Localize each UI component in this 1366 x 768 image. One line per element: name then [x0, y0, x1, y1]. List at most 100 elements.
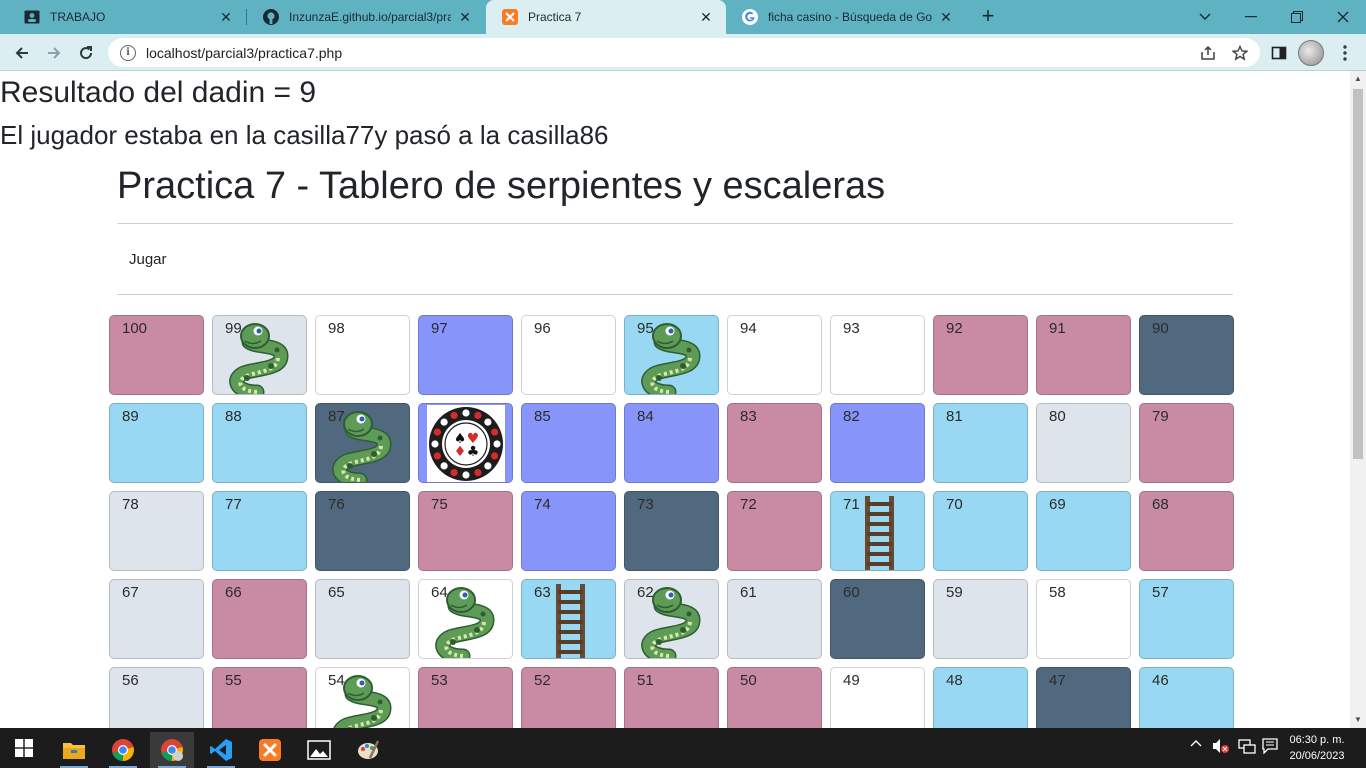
cell-number: 51: [637, 672, 654, 689]
cell-number: 80: [1049, 408, 1066, 425]
notifications-icon[interactable]: [1262, 738, 1278, 757]
cell-number: 89: [122, 408, 139, 425]
forward-button[interactable]: [40, 39, 68, 67]
tab-title: TRABAJO: [50, 10, 106, 24]
site-info-icon[interactable]: i: [120, 44, 136, 61]
cell-number: 52: [534, 672, 551, 689]
close-window-button[interactable]: [1320, 0, 1366, 34]
cell-number: 49: [843, 672, 860, 689]
close-tab-icon[interactable]: ✕: [457, 9, 473, 25]
page-title: Practica 7 - Tablero de serpientes y esc…: [117, 165, 886, 207]
new-tab-button[interactable]: +: [976, 5, 1000, 29]
cell-number: 77: [225, 496, 242, 513]
cell-number: 88: [225, 408, 242, 425]
restore-button[interactable]: [1274, 0, 1320, 34]
start-button[interactable]: [2, 730, 46, 766]
share-icon[interactable]: [1199, 44, 1217, 62]
cell-number: 99: [225, 320, 242, 337]
board-cell-75: 75: [418, 491, 513, 571]
tab-google-search[interactable]: ficha casino - Búsqueda de Goog ✕: [726, 0, 966, 34]
scroll-down-icon[interactable]: ▼: [1350, 712, 1366, 728]
cell-number: 81: [946, 408, 963, 425]
cell-number: 79: [1152, 408, 1169, 425]
chrome-icon[interactable]: [101, 732, 145, 768]
file-explorer-icon[interactable]: [52, 732, 96, 768]
cell-number: 50: [740, 672, 757, 689]
cell-number: 46: [1152, 672, 1169, 689]
system-clock[interactable]: 06:30 p. m. 20/06/2023: [1284, 732, 1350, 764]
tab-practica-7[interactable]: Practica 7 ✕: [486, 0, 726, 34]
tab-github[interactable]: InzunzaE.github.io/parcial3/practi ✕: [247, 0, 485, 34]
profile-avatar[interactable]: [1298, 40, 1324, 66]
photos-icon[interactable]: [297, 732, 341, 768]
board-cell-48: 48: [933, 667, 1028, 728]
page-content: Resultado del dadin = 9 El jugador estab…: [0, 71, 1350, 728]
url-text: localhost/parcial3/practica7.php: [146, 44, 343, 61]
board-cell-77: 77: [212, 491, 307, 571]
volume-muted-icon[interactable]: [1212, 738, 1230, 757]
vertical-scrollbar[interactable]: ▲ ▼: [1350, 71, 1366, 728]
tab-strip: TRABAJO ✕ InzunzaE.github.io/parcial3/pr…: [0, 0, 1366, 34]
cell-number: 64: [431, 584, 448, 601]
board-cell-98: 98: [315, 315, 410, 395]
board-cell-50: 50: [727, 667, 822, 728]
board-cell-87: 87: [315, 403, 410, 483]
bookmark-star-icon[interactable]: [1231, 44, 1249, 62]
side-panel-icon[interactable]: [1270, 44, 1288, 62]
reload-button[interactable]: [72, 39, 100, 67]
cell-number: 55: [225, 672, 242, 689]
cell-number: 95: [637, 320, 654, 337]
board-cell-86: 86♠♥♦♣: [418, 403, 513, 483]
close-tab-icon[interactable]: ✕: [218, 9, 234, 25]
scrollbar-thumb[interactable]: [1353, 89, 1363, 459]
cell-number: 68: [1152, 496, 1169, 513]
board-cell-65: 65: [315, 579, 410, 659]
board-cell-90: 90: [1139, 315, 1234, 395]
cell-number: 97: [431, 320, 448, 337]
cell-number: 76: [328, 496, 345, 513]
board-cell-71: 71: [830, 491, 925, 571]
board-cell-76: 76: [315, 491, 410, 571]
cell-number: 70: [946, 496, 963, 513]
cell-number: 93: [843, 320, 860, 337]
cell-number: 57: [1152, 584, 1169, 601]
cell-number: 84: [637, 408, 654, 425]
close-tab-icon[interactable]: ✕: [698, 9, 714, 25]
cell-number: 59: [946, 584, 963, 601]
board-cell-63: 63: [521, 579, 616, 659]
cell-number: 62: [637, 584, 654, 601]
tab-trabajo[interactable]: TRABAJO ✕: [8, 0, 246, 34]
play-link[interactable]: Jugar: [129, 251, 167, 268]
address-bar[interactable]: i localhost/parcial3/practica7.php: [108, 38, 1260, 67]
close-tab-icon[interactable]: ✕: [938, 9, 954, 25]
cell-number: 56: [122, 672, 139, 689]
tab-search-icon[interactable]: [1182, 0, 1228, 34]
cell-number: 48: [946, 672, 963, 689]
tab-title: InzunzaE.github.io/parcial3/practi: [289, 10, 451, 24]
board-cell-53: 53: [418, 667, 513, 728]
taskbar: 06:30 p. m. 20/06/2023: [0, 728, 1366, 768]
network-icon[interactable]: [1238, 738, 1256, 757]
paint-icon[interactable]: [346, 732, 390, 768]
chrome-profile-icon[interactable]: [150, 732, 194, 768]
tab-title: Practica 7: [528, 10, 582, 24]
cell-number: 94: [740, 320, 757, 337]
board-cell-69: 69: [1036, 491, 1131, 571]
cell-number: 53: [431, 672, 448, 689]
svg-text:♦: ♦: [454, 444, 467, 460]
scroll-up-icon[interactable]: ▲: [1350, 71, 1366, 87]
menu-kebab-icon[interactable]: [1336, 44, 1354, 62]
back-button[interactable]: [8, 39, 36, 67]
show-hidden-icons[interactable]: [1190, 738, 1202, 753]
xampp-icon[interactable]: [248, 732, 292, 768]
board-cell-85: 85: [521, 403, 616, 483]
board-cell-92: 92: [933, 315, 1028, 395]
board-cell-94: 94: [727, 315, 822, 395]
casino-chip-player-token-icon: ♠ ♥ ♦ ♣: [427, 405, 505, 482]
cell-number: 75: [431, 496, 448, 513]
vscode-icon[interactable]: [199, 732, 243, 768]
player-move-heading: El jugador estaba en la casilla77y pasó …: [0, 120, 609, 150]
board-cell-91: 91: [1036, 315, 1131, 395]
minimize-button[interactable]: [1228, 0, 1274, 34]
board-cell-73: 73: [624, 491, 719, 571]
